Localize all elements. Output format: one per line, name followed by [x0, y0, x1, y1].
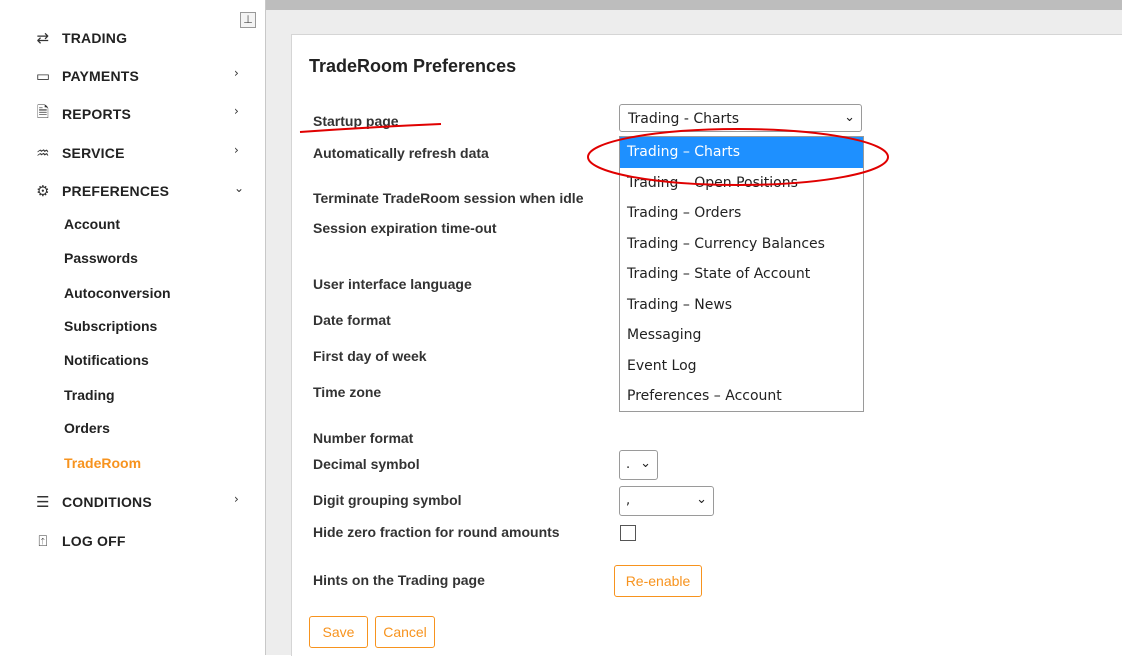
- startup-page-label: Startup page: [313, 113, 399, 129]
- sidebar-subitem-autoconversion[interactable]: Autoconversion: [64, 285, 171, 301]
- sidebar-item-label: REPORTS: [62, 106, 132, 122]
- sidebar-subitem-notifications[interactable]: Notifications: [64, 352, 149, 368]
- dropdown-option[interactable]: Trading – Charts: [620, 137, 863, 168]
- chevron-right-icon: ›: [234, 143, 239, 157]
- time-zone-label: Time zone: [313, 384, 382, 400]
- sidebar-item-service[interactable]: ♒ SERVICE: [32, 141, 125, 165]
- dropdown-option[interactable]: Trading – Currency Balances: [620, 229, 863, 260]
- dropdown-option[interactable]: Event Log: [620, 351, 863, 382]
- pin-icon[interactable]: ⊥: [240, 12, 256, 28]
- sidebar-item-label: PREFERENCES: [62, 183, 170, 199]
- top-bar: [266, 0, 1122, 10]
- sidebar-subitem-subscriptions[interactable]: Subscriptions: [64, 318, 157, 334]
- door-icon: ⍐: [38, 532, 48, 550]
- chevron-down-icon: ⌄: [234, 181, 245, 195]
- list-icon: ☰: [36, 493, 50, 511]
- sidebar-subitem-passwords[interactable]: Passwords: [64, 250, 138, 266]
- wallet-icon: ▭: [35, 67, 51, 85]
- sidebar-item-conditions[interactable]: ☰ CONDITIONS: [32, 490, 152, 514]
- sidebar-item-label: SERVICE: [62, 145, 125, 161]
- chevron-right-icon: ›: [234, 66, 239, 80]
- document-icon: 🗎: [36, 102, 50, 121]
- cancel-button[interactable]: Cancel: [375, 616, 435, 648]
- chevron-right-icon: ›: [234, 492, 239, 506]
- terminate-session-label: Terminate TradeRoom session when idle: [313, 190, 584, 206]
- sidebar-item-preferences[interactable]: ⚙ PREFERENCES: [32, 179, 169, 203]
- date-format-label: Date format: [313, 312, 391, 328]
- chevron-down-icon: ⌄: [640, 456, 651, 471]
- hide-zero-label: Hide zero fraction for round amounts: [313, 524, 560, 540]
- arrows-exchange-icon: ⇄: [36, 29, 50, 47]
- dropdown-option[interactable]: Trading – State of Account: [620, 259, 863, 290]
- hand-service-icon: ♒: [36, 144, 50, 162]
- digit-grouping-select[interactable]: , ⌄: [619, 486, 714, 516]
- sidebar-item-trading[interactable]: ⇄ TRADING: [32, 26, 127, 50]
- digit-grouping-label: Digit grouping symbol: [313, 492, 462, 508]
- auto-refresh-label: Automatically refresh data: [313, 145, 489, 161]
- chevron-down-icon: ⌄: [696, 492, 707, 507]
- sidebar-item-payments[interactable]: ▭ PAYMENTS: [32, 64, 139, 88]
- session-timeout-label: Session expiration time-out: [313, 220, 497, 236]
- decimal-symbol-select[interactable]: . ⌄: [619, 450, 658, 480]
- dropdown-option[interactable]: Trading – News: [620, 290, 863, 321]
- sidebar-item-reports[interactable]: 🗎 REPORTS: [32, 102, 131, 126]
- hints-label: Hints on the Trading page: [313, 572, 485, 588]
- page-title: TradeRoom Preferences: [309, 56, 517, 76]
- save-button[interactable]: Save: [309, 616, 368, 648]
- sidebar: ⊥ ⇄ TRADING ▭ PAYMENTS › 🗎 REPORTS › ♒ S…: [0, 0, 266, 655]
- sidebar-item-label: CONDITIONS: [62, 494, 152, 510]
- dropdown-option[interactable]: Preferences – Account: [620, 381, 863, 412]
- startup-page-dropdown: Trading – Charts Trading – Open Position…: [619, 136, 864, 412]
- sidebar-item-label: LOG OFF: [62, 533, 126, 549]
- decimal-symbol-label: Decimal symbol: [313, 456, 420, 472]
- content-top-gutter: [291, 10, 1122, 34]
- chevron-down-icon: ⌄: [844, 110, 855, 125]
- gear-icon: ⚙: [36, 182, 50, 200]
- hide-zero-checkbox[interactable]: [620, 525, 636, 541]
- chevron-right-icon: ›: [234, 104, 239, 118]
- startup-page-value: Trading - Charts: [628, 111, 740, 127]
- reenable-button[interactable]: Re-enable: [614, 565, 702, 597]
- dropdown-option[interactable]: Messaging: [620, 320, 863, 351]
- dropdown-option[interactable]: Trading – Orders: [620, 198, 863, 229]
- ui-language-label: User interface language: [313, 276, 472, 292]
- sidebar-item-label: TRADING: [62, 30, 128, 46]
- content-gutter: [266, 10, 291, 655]
- startup-page-select[interactable]: Trading - Charts ⌄: [619, 104, 862, 132]
- sidebar-subitem-account[interactable]: Account: [64, 216, 120, 232]
- sidebar-subitem-orders[interactable]: Orders: [64, 420, 110, 436]
- sidebar-subitem-trading[interactable]: Trading: [64, 387, 115, 403]
- number-format-label: Number format: [313, 430, 414, 446]
- sidebar-item-logoff[interactable]: ⍐ LOG OFF: [32, 529, 126, 553]
- dropdown-option[interactable]: Trading – Open Positions: [620, 168, 863, 199]
- decimal-symbol-value: .: [626, 457, 631, 472]
- sidebar-subitem-traderoom[interactable]: TradeRoom: [64, 455, 141, 471]
- digit-grouping-value: ,: [626, 493, 631, 508]
- first-day-label: First day of week: [313, 348, 427, 364]
- sidebar-item-label: PAYMENTS: [62, 68, 140, 84]
